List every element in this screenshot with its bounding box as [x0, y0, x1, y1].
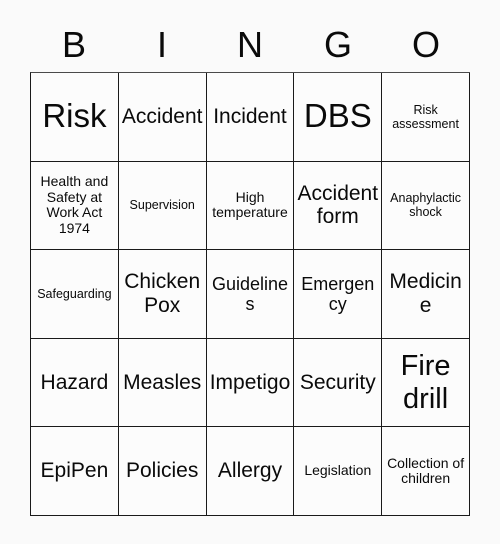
bingo-cell-label: Guidelines — [211, 273, 289, 314]
bingo-cell-label: Anaphylactic shock — [390, 191, 462, 220]
bingo-cell-label: Risk — [42, 97, 107, 135]
bingo-cell-r3c3[interactable]: Guidelines — [206, 250, 295, 339]
bingo-header-letter-i: I — [156, 24, 167, 65]
bingo-cell-r2c2[interactable]: Supervision — [118, 161, 207, 251]
bingo-cell-r3c5[interactable]: Medicine — [382, 250, 470, 339]
bingo-cell-label: DBS — [303, 97, 372, 135]
bingo-cell-label: Accident — [121, 105, 203, 129]
bingo-cell-label: Fire drill — [400, 350, 451, 415]
bingo-cell-r4c4[interactable]: Security — [294, 338, 383, 428]
bingo-cell-r3c4[interactable]: Emergency — [294, 250, 383, 339]
bingo-card: B I N G O Risk Accident Incident DBS Risk as… — [0, 0, 500, 544]
bingo-cell-r1c3[interactable]: Incident — [206, 73, 295, 162]
bingo-cell-r4c2[interactable]: Measles — [118, 338, 207, 428]
bingo-cell-r1c2[interactable]: Accident — [118, 73, 207, 162]
bingo-cell-label: Hazard — [40, 370, 109, 394]
bingo-cell-label: Allergy — [217, 459, 283, 483]
bingo-cell-label: EpiPen — [40, 459, 109, 483]
bingo-grid: Risk Accident Incident DBS Risk assessment He… — [30, 72, 470, 516]
bingo-cell-r3c2[interactable]: Chicken Pox — [118, 250, 207, 339]
bingo-cell-label: Impetigo — [209, 370, 291, 394]
bingo-cell-r2c5[interactable]: Anaphylactic shock — [382, 161, 470, 251]
bingo-cell-r1c4[interactable]: DBS — [294, 73, 383, 162]
bingo-header-letter-g: G — [323, 24, 352, 65]
bingo-cell-r4c3[interactable]: Impetigo — [206, 338, 295, 428]
bingo-cell-r5c2[interactable]: Policies — [118, 427, 207, 516]
bingo-cell-label: Health and Safety at Work Act 1974 — [40, 173, 109, 237]
bingo-cell-r5c4[interactable]: Legislation — [294, 427, 383, 516]
bingo-cell-r5c1[interactable]: EpiPen — [31, 427, 119, 516]
bingo-cell-label: Medicine — [389, 270, 462, 317]
bingo-cell-r2c1[interactable]: Health and Safety at Work Act 1974 — [31, 161, 119, 251]
bingo-cell-r4c5[interactable]: Fire drill — [382, 338, 470, 428]
bingo-cell-label: Supervision — [129, 198, 195, 213]
bingo-cell-r2c4[interactable]: Accident form — [294, 161, 383, 251]
bingo-cell-r5c5[interactable]: Collection of children — [382, 427, 470, 516]
bingo-cell-label: Incident — [213, 105, 287, 129]
bingo-header-letter-n: N — [237, 24, 263, 65]
bingo-cell-r1c5[interactable]: Risk assessment — [382, 73, 470, 162]
bingo-cell-label: Accident form — [297, 181, 379, 229]
bingo-cell-r2c3[interactable]: High temperature — [206, 161, 295, 251]
bingo-cell-label: Legislation — [304, 462, 372, 479]
bingo-cell-label: Measles — [123, 370, 202, 394]
bingo-cell-label: Collection of children — [387, 454, 465, 487]
bingo-cell-r4c1[interactable]: Hazard — [31, 338, 119, 428]
bingo-header-letter-b: B — [61, 24, 86, 65]
bingo-header-letter-o: O — [411, 24, 440, 65]
bingo-cell-r5c3[interactable]: Allergy — [206, 427, 295, 516]
bingo-cell-r1c1[interactable]: Risk — [31, 73, 119, 162]
bingo-cell-label: Safeguarding — [37, 286, 112, 301]
bingo-cell-label: Security — [299, 370, 376, 394]
bingo-cell-label: High temperature — [212, 188, 288, 221]
bingo-header: B I N G O — [30, 18, 470, 72]
bingo-cell-label: Emergency — [301, 273, 375, 314]
bingo-cell-label: Risk assessment — [392, 102, 459, 131]
bingo-cell-label: Policies — [126, 459, 199, 483]
bingo-cell-label: Chicken Pox — [124, 270, 201, 317]
bingo-cell-r3c1[interactable]: Safeguarding — [31, 250, 119, 339]
